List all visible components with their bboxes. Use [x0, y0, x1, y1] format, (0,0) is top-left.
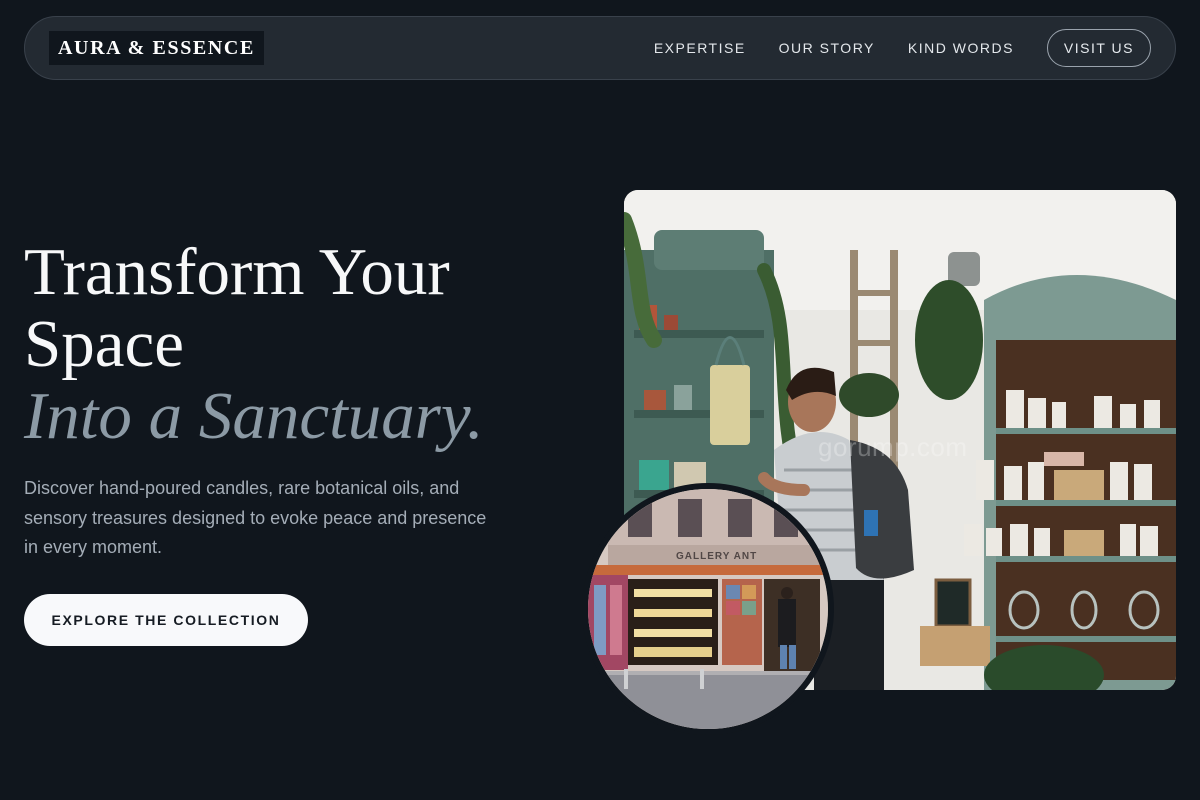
nav-link-our-story[interactable]: OUR STORY [779, 40, 875, 56]
storefront-illustration: GALLERY ANT [588, 489, 828, 729]
nav-links: EXPERTISE OUR STORY KIND WORDS VISIT US [654, 29, 1151, 67]
visit-us-button[interactable]: VISIT US [1046, 29, 1151, 67]
storefront-sign: GALLERY ANT [676, 551, 757, 562]
hero-description: Discover hand-poured candles, rare botan… [24, 478, 487, 557]
nav-link-expertise[interactable]: EXPERTISE [654, 40, 746, 56]
hero-title: Transform Your Space Into a Sanctuary. [24, 236, 484, 452]
hero-title-accent: Into a Sanctuary. [24, 379, 484, 453]
nav-link-kind-words[interactable]: KIND WORDS [908, 40, 1014, 56]
brand-logo[interactable]: AURA & ESSENCE [49, 31, 264, 65]
top-navbar: AURA & ESSENCE EXPERTISE OUR STORY KIND … [24, 16, 1176, 80]
hero-title-line-1: Transform Your [24, 235, 450, 309]
explore-collection-button[interactable]: EXPLORE THE COLLECTION [24, 594, 308, 646]
hero-title-line-2: Space [24, 307, 184, 381]
storefront-photo: GALLERY ANT [582, 483, 834, 735]
